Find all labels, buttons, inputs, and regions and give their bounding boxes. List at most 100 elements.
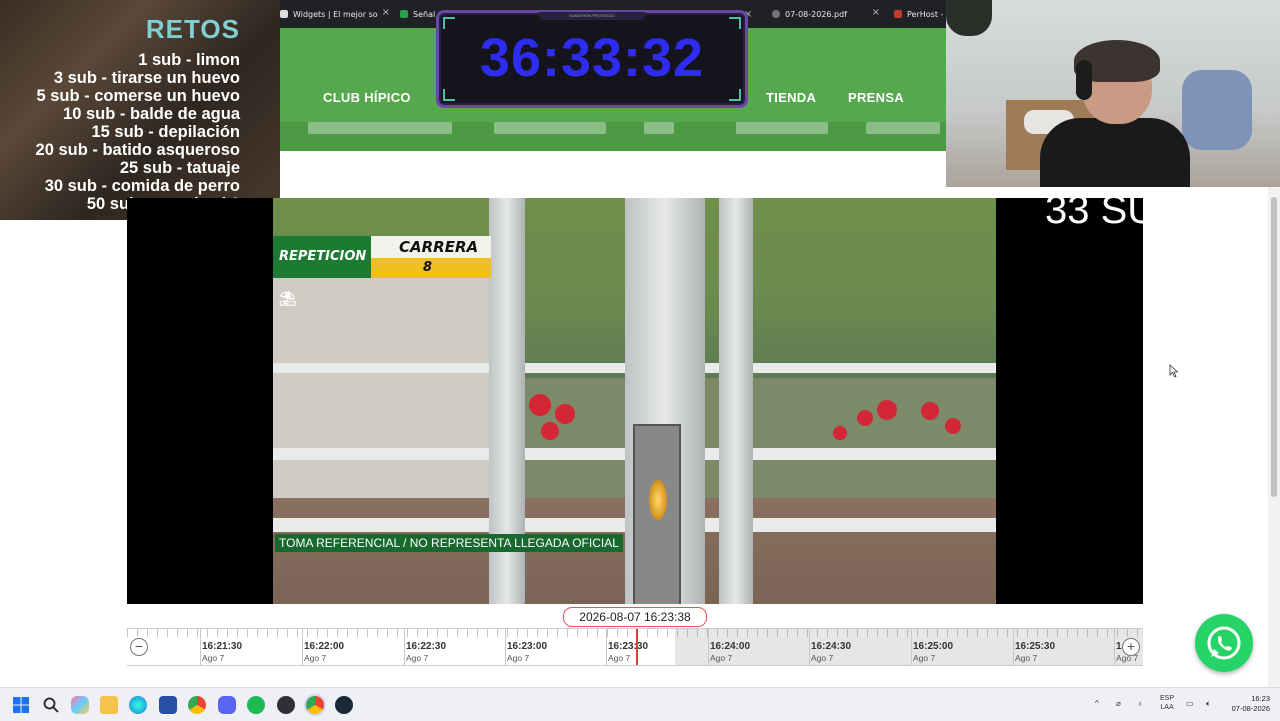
chrome-active-icon[interactable] xyxy=(306,696,324,714)
subnav-item[interactable] xyxy=(494,122,606,134)
obs-icon[interactable] xyxy=(277,696,295,714)
close-icon[interactable]: × xyxy=(382,7,390,18)
search-icon[interactable] xyxy=(42,696,60,714)
browser-tab-active[interactable]: Señal xyxy=(400,4,440,24)
volume-icon[interactable]: 🔈︎ xyxy=(1206,699,1211,709)
flower xyxy=(529,394,551,416)
scrollbar-thumb[interactable] xyxy=(1271,197,1277,497)
timer-digits: 36:33:32 xyxy=(479,28,705,88)
flower xyxy=(541,422,559,440)
zoom-out-button[interactable]: − xyxy=(130,638,148,656)
browser-tab[interactable]: PerHost - xyxy=(894,4,946,24)
timeline-mark-time: 16:21:30 xyxy=(202,641,243,652)
timeline-mark-time: 16:23:30 xyxy=(608,641,649,652)
timeline-mark-date: Ago 7 xyxy=(811,653,834,663)
timeline-mark xyxy=(505,629,506,665)
language-code: ESP xyxy=(1160,695,1175,702)
tab-label: Widgets | El mejor so xyxy=(293,9,378,19)
discord-icon[interactable] xyxy=(218,696,236,714)
timeline-mark-date: Ago 7 xyxy=(507,653,530,663)
timeline-mark xyxy=(200,629,201,665)
video-timeline[interactable]: 16:21:30 Ago 7 16:22:00 Ago 7 16:22:30 A… xyxy=(127,628,1143,666)
race-badge: CARRERA 8 xyxy=(371,236,491,278)
copilot-icon[interactable] xyxy=(71,696,89,714)
browser-tab[interactable]: 07-08-2026.pdf × xyxy=(772,4,880,24)
nav-prensa[interactable]: PRENSA xyxy=(848,90,904,105)
reto-item: 5 sub - comerse un huevo xyxy=(36,87,240,105)
timeline-mark-date: Ago 7 xyxy=(608,653,631,663)
network-off-icon[interactable]: ⌀ xyxy=(1116,699,1121,708)
timeline-mark-time: 16:22:00 xyxy=(304,641,345,652)
tab-label: PerHost - xyxy=(907,9,944,19)
timeline-mark-date: Ago 7 xyxy=(1015,653,1038,663)
timeline-mark-date: Ago 7 xyxy=(913,653,936,663)
language-layout: LAA xyxy=(1160,704,1174,711)
video-light xyxy=(649,480,667,520)
timeline-mark xyxy=(606,629,607,665)
file-explorer-icon[interactable] xyxy=(100,696,118,714)
tab-label: Señal xyxy=(413,9,436,19)
timeline-mark xyxy=(404,629,405,665)
taskbar-clock[interactable]: 16:23 07-08-2026 xyxy=(1232,694,1270,714)
timeline-mark-time: 1 xyxy=(1116,641,1122,652)
timeline-mark xyxy=(302,629,303,665)
whatsapp-icon xyxy=(1207,626,1241,660)
subnav-item[interactable] xyxy=(644,122,674,134)
language-indicator[interactable]: ESP LAA xyxy=(1160,694,1174,712)
replay-badge: REPETICION ⛱ xyxy=(273,236,371,307)
page-scrollbar[interactable] xyxy=(1268,187,1280,687)
frame-corner xyxy=(443,89,455,101)
timeline-current-time: 2026-08-07 16:23:38 xyxy=(563,607,707,627)
steam-icon[interactable] xyxy=(335,696,353,714)
horse-rider-icon: ⛱ xyxy=(279,291,297,307)
nav-club-hipico[interactable]: CLUB HÍPICO xyxy=(323,90,411,105)
reto-item: 10 sub - balde de agua xyxy=(63,105,240,123)
whatsapp-button[interactable] xyxy=(1195,614,1253,672)
sub-counter: 33 SU xyxy=(1045,188,1157,232)
nav-tienda[interactable]: TIENDA xyxy=(766,90,816,105)
subathon-timer: SUBATHON PROTOCOL 36:33:32 xyxy=(436,10,748,108)
timeline-playhead[interactable] xyxy=(636,629,638,665)
reto-item: 25 sub - tatuaje xyxy=(119,159,240,177)
browser-tab[interactable]: Widgets | El mejor so × xyxy=(280,4,390,24)
timeline-mark-time: 16:25:30 xyxy=(1015,641,1056,652)
race-number: 8 xyxy=(371,258,491,278)
timeline-mark xyxy=(708,629,709,665)
reto-item: 3 sub - tirarse un huevo xyxy=(53,69,240,87)
clock-time: 16:23 xyxy=(1251,694,1270,703)
store-icon[interactable] xyxy=(159,696,177,714)
subnav-item[interactable] xyxy=(866,122,940,134)
sub-navigation xyxy=(280,122,946,151)
microphone-icon[interactable]: ♁ xyxy=(1137,699,1143,708)
timeline-mark-time: 16:22:30 xyxy=(406,641,447,652)
zoom-in-button[interactable]: + xyxy=(1122,638,1140,656)
flower xyxy=(857,410,873,426)
flower xyxy=(555,404,575,424)
chrome-icon[interactable] xyxy=(188,696,206,714)
pdf-favicon-icon xyxy=(772,10,780,18)
timeline-mark-date: Ago 7 xyxy=(304,653,327,663)
display-icon[interactable]: ▭ xyxy=(1186,699,1194,708)
race-video-frame[interactable]: REPETICION ⛱ CARRERA 8 TOMA REFERENCIAL … xyxy=(273,198,996,604)
tray-chevron-icon[interactable]: ^ xyxy=(1095,699,1099,708)
timeline-mark-date: Ago 7 xyxy=(406,653,429,663)
subnav-item[interactable] xyxy=(308,122,452,134)
webcam-clothes xyxy=(1182,70,1252,150)
spotify-icon[interactable] xyxy=(247,696,265,714)
header-spacer xyxy=(280,151,946,198)
edge-icon[interactable] xyxy=(129,696,147,714)
webcam-feed xyxy=(946,0,1280,187)
flower xyxy=(921,402,939,420)
video-disclaimer: TOMA REFERENCIAL / NO REPRESENTA LLEGADA… xyxy=(275,534,623,552)
flower xyxy=(877,400,897,420)
clock-date: 07-08-2026 xyxy=(1231,704,1270,713)
close-icon[interactable]: × xyxy=(872,7,880,18)
timeline-mark-date: Ago 7 xyxy=(202,653,225,663)
flower xyxy=(945,418,961,434)
windows-start-icon[interactable] xyxy=(12,696,30,714)
headset xyxy=(1076,60,1092,100)
subnav-item[interactable] xyxy=(736,122,828,134)
reto-item: 15 sub - depilación xyxy=(91,123,240,141)
video-pole xyxy=(719,198,753,604)
timeline-mark-time: 16:23:00 xyxy=(507,641,548,652)
